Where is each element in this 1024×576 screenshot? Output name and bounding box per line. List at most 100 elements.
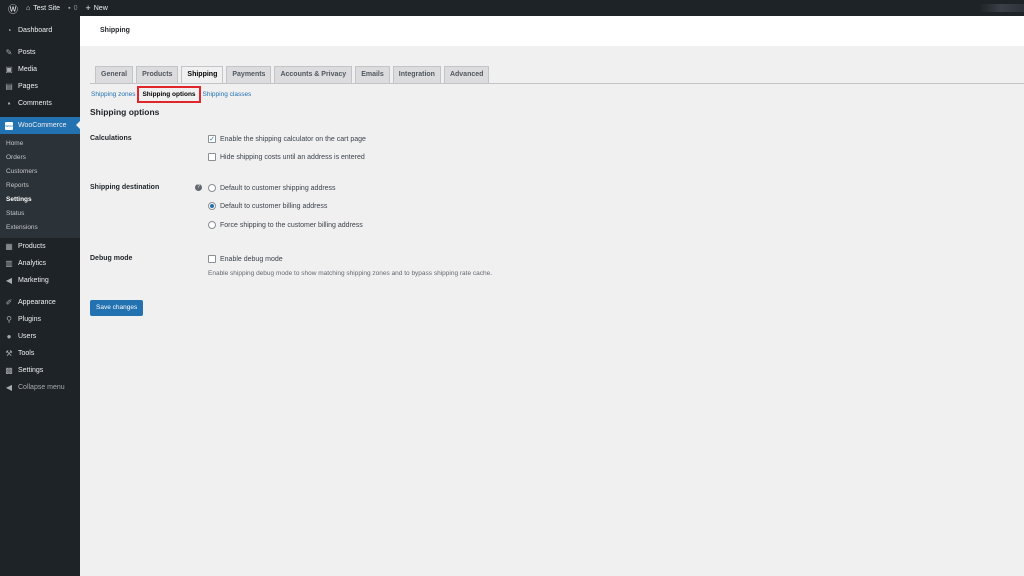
tab-emails[interactable]: Emails xyxy=(355,66,390,83)
option-label: Enable debug mode xyxy=(220,255,283,263)
pages-icon: ▤ xyxy=(5,82,13,91)
menu-products[interactable]: ▦ Products xyxy=(0,238,80,255)
menu-label: Settings xyxy=(18,367,44,374)
media-icon: ▣ xyxy=(5,65,13,74)
shipping-options-link[interactable]: Shipping options xyxy=(137,86,201,103)
comment-icon: ▪ xyxy=(7,99,11,108)
submenu-home[interactable]: Home xyxy=(0,137,80,151)
menu-woocommerce[interactable]: woo WooCommerce xyxy=(0,117,80,134)
submenu-extensions[interactable]: Extensions xyxy=(0,221,80,235)
woocommerce-submenu: Home Orders Customers Reports Settings S… xyxy=(0,134,80,238)
help-icon[interactable]: ? xyxy=(195,184,202,191)
menu-label: Dashboard xyxy=(18,27,53,34)
settings-tabs: General Products Shipping Payments Accou… xyxy=(95,66,490,84)
menu-label: Collapse menu xyxy=(18,384,65,391)
tab-products[interactable]: Products xyxy=(136,66,179,83)
dest-shipping-radio[interactable]: Default to customer shipping address xyxy=(208,184,336,192)
menu-label: Analytics xyxy=(18,260,47,267)
enable-calculator-checkbox[interactable]: ✓ Enable the shipping calculator on the c… xyxy=(208,135,366,143)
tab-accounts-privacy[interactable]: Accounts & Privacy xyxy=(274,66,353,83)
shipping-destination-label: Shipping destination xyxy=(90,184,160,191)
tab-integration[interactable]: Integration xyxy=(392,66,441,83)
pin-icon: ✎ xyxy=(5,48,13,57)
menu-label: Posts xyxy=(18,49,36,56)
collapse-menu[interactable]: ◀ Collapse menu xyxy=(0,379,80,396)
comment-icon: ▪ xyxy=(68,4,71,12)
menu-label: Marketing xyxy=(18,277,49,284)
menu-appearance[interactable]: ✐ Appearance xyxy=(0,294,80,311)
new-label: New xyxy=(93,4,108,12)
radio[interactable] xyxy=(208,221,216,229)
menu-dashboard[interactable]: ◔ Dashboard xyxy=(0,22,80,39)
option-label: Enable the shipping calculator on the ca… xyxy=(220,135,366,143)
menu-tools[interactable]: ⚒ Tools xyxy=(0,345,80,362)
menu-marketing[interactable]: ◀ Marketing xyxy=(0,272,80,289)
menu-plugins[interactable]: ⚲ Plugins xyxy=(0,311,80,328)
radio-selected[interactable] xyxy=(208,202,216,210)
collapse-icon: ◀ xyxy=(5,383,13,392)
submenu-status[interactable]: Status xyxy=(0,207,80,221)
shipping-classes-link[interactable]: Shipping classes xyxy=(203,91,252,98)
menu-users[interactable]: ● Users xyxy=(0,328,80,345)
option-label: Hide shipping costs until an address is … xyxy=(220,153,365,161)
comment-count: 0 xyxy=(73,4,78,12)
menu-pages[interactable]: ▤ Pages xyxy=(0,78,80,95)
new-link[interactable]: + New xyxy=(85,3,107,13)
force-billing-radio[interactable]: Force shipping to the customer billing a… xyxy=(208,221,363,229)
menu-comments[interactable]: ▪ Comments xyxy=(0,95,80,112)
user-icon: ● xyxy=(6,332,12,341)
menu-label: Users xyxy=(18,333,37,340)
plugin-icon: ⚲ xyxy=(6,315,12,324)
menu-label: Comments xyxy=(18,100,52,107)
products-icon: ▦ xyxy=(5,242,13,251)
menu-label: Appearance xyxy=(18,299,56,306)
checkbox[interactable] xyxy=(208,255,216,263)
option-label: Default to customer billing address xyxy=(220,202,328,210)
wrench-icon: ⚒ xyxy=(5,349,13,358)
menu-label: Products xyxy=(18,243,46,250)
menu-label: Pages xyxy=(18,83,38,90)
admin-bar: Ⓦ ⌂ Test Site ▪ 0 + New xyxy=(0,0,1024,16)
tab-divider xyxy=(90,83,1024,84)
section-title: Shipping options xyxy=(90,107,160,117)
menu-media[interactable]: ▣ Media xyxy=(0,61,80,78)
admin-sidebar: ◔ Dashboard ✎ Posts ▣ Media ▤ Pages ▪ Comment… xyxy=(0,16,80,576)
tab-shipping[interactable]: Shipping xyxy=(181,66,224,84)
menu-analytics[interactable]: ▥ Analytics xyxy=(0,255,80,272)
calculations-label: Calculations xyxy=(90,135,132,142)
submenu-settings[interactable]: Settings xyxy=(0,193,80,207)
debug-mode-checkbox[interactable]: Enable debug mode xyxy=(208,255,283,263)
menu-settings[interactable]: ▩ Settings xyxy=(0,362,80,379)
tab-general[interactable]: General xyxy=(95,66,134,83)
settings-icon: ▩ xyxy=(5,366,13,375)
menu-label: Tools xyxy=(18,350,35,357)
tab-payments[interactable]: Payments xyxy=(226,66,272,83)
site-name: Test Site xyxy=(33,4,61,12)
option-label: Default to customer shipping address xyxy=(220,184,336,192)
plus-icon: + xyxy=(85,3,91,13)
comments-link[interactable]: ▪ 0 xyxy=(68,5,77,12)
menu-label: Plugins xyxy=(18,316,41,323)
wordpress-logo-icon[interactable]: Ⓦ xyxy=(8,1,18,16)
user-account[interactable] xyxy=(979,4,1024,12)
save-changes-button[interactable]: Save changes xyxy=(90,300,144,316)
hide-costs-checkbox[interactable]: Hide shipping costs until an address is … xyxy=(208,153,365,161)
brush-icon: ✐ xyxy=(5,298,13,307)
home-icon: ⌂ xyxy=(26,4,31,12)
site-link[interactable]: ⌂ Test Site xyxy=(26,5,60,12)
tab-advanced[interactable]: Advanced xyxy=(443,66,490,83)
radio[interactable] xyxy=(208,184,216,192)
menu-posts[interactable]: ✎ Posts xyxy=(0,44,80,61)
bar-chart-icon: ▥ xyxy=(5,259,13,268)
checkbox-checked[interactable]: ✓ xyxy=(208,135,216,143)
submenu-customers[interactable]: Customers xyxy=(0,165,80,179)
debug-description: Enable shipping debug mode to show match… xyxy=(208,270,493,277)
checkbox[interactable] xyxy=(208,153,216,161)
shipping-zones-link[interactable]: Shipping zones xyxy=(91,91,135,98)
page-title: Shipping xyxy=(100,27,130,34)
submenu-reports[interactable]: Reports xyxy=(0,179,80,193)
dest-billing-radio[interactable]: Default to customer billing address xyxy=(208,202,327,210)
submenu-orders[interactable]: Orders xyxy=(0,151,80,165)
debug-mode-label: Debug mode xyxy=(90,255,133,262)
megaphone-icon: ◀ xyxy=(5,276,13,285)
